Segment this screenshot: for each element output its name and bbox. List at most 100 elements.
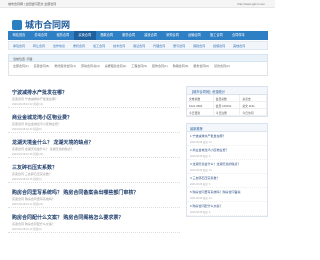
nav-item[interactable]: 施工合同 xyxy=(205,31,227,40)
recommend-meta: 2023-06-08 阅读: 8 xyxy=(190,155,211,158)
subnav-item[interactable]: 加工合同 xyxy=(89,42,109,49)
list-item: 购房合同里写系统吗？ 购房合同备案会出哪些部门审核？ 买卖合同 购房合同里写系统吗… xyxy=(8,186,180,208)
nav-item[interactable]: 服务合同 xyxy=(118,31,140,40)
nav-item[interactable]: 租赁合同 xyxy=(52,31,74,40)
stat-cell: 今日注册 xyxy=(213,109,241,116)
breadcrumb-text: 当前位置: 问答 xyxy=(13,57,33,61)
recommend-meta: 2023-06-08 阅读: 15 xyxy=(190,169,212,172)
nav-item[interactable]: 建设合同 xyxy=(140,31,162,40)
article-summary: 买卖合同 宁波减排水产批发在哪？ xyxy=(12,97,58,101)
nav-item[interactable]: 运输合同 xyxy=(184,31,206,40)
list-item: 商业金城龙湾小区物业费？ 买卖合同 商业金城龙湾小区物业费？ 2023-06-08 … xyxy=(8,111,180,133)
header: 城市合同网 www.gdcn.com xyxy=(0,8,275,33)
list-item: 龙湖天境金什么？ 龙湖天境的缺点？ 买卖合同 龙湖天境金什么？ 龙湖天境的缺点？ 2… xyxy=(8,136,180,158)
stat-cell: 1021-3691 xyxy=(187,102,214,109)
filter-link[interactable]: 全部合同(1) xyxy=(13,64,29,69)
filter-link[interactable]: 装修合同(1) xyxy=(152,64,168,69)
recommend-item[interactable]: 5 购房合同里写系统吗？购房合同备案 2023-06-08 阅读: 21 xyxy=(187,188,267,202)
stat-cell: 今日更新 xyxy=(187,109,214,116)
recommend-item[interactable]: 6 购房合同配什么文案？ 2023-06-08 阅读: 9 xyxy=(187,202,267,216)
recommend-box: 最新推荐 1 宁波减排水产批发在哪？ 2023-06-08 阅读: 12 2 商业金… xyxy=(186,123,268,217)
nav-item[interactable]: 劳动合同 xyxy=(30,31,52,40)
recommend-item[interactable]: 3 龙湖天境金什么？龙湖天境的缺点？ 2023-06-08 阅读: 15 xyxy=(187,160,267,174)
article-meta: 2023-06-08 10:10 阅读(9) xyxy=(12,228,42,231)
recommend-item[interactable]: 2 商业金城龙湾小区物业费？ 2023-06-08 阅读: 8 xyxy=(187,146,267,160)
article-title-link[interactable]: 宁波减排水产批发在哪？ xyxy=(12,89,67,96)
top-bar: 城市合同网 | 全国合同范文 全部合同 http://www.gdcn.com xyxy=(0,0,275,8)
article-list: 宁波减排水产批发在哪？ 买卖合同 宁波减排水产批发在哪？ 2023-06-08 10… xyxy=(8,86,180,236)
article-meta: 2023-06-08 10:12 阅读(21) xyxy=(12,203,43,206)
recommend-item[interactable]: 4 三友碎石压实系数？ 2023-06-08 阅读: 6 xyxy=(187,174,267,188)
subnav-item[interactable]: 承包合同 xyxy=(9,42,29,49)
recommend-title: 3 龙湖天境金什么？龙湖天境的缺点？ xyxy=(190,162,241,166)
stat-cell: 今日访问 xyxy=(240,109,267,116)
nav-item[interactable]: 采购合同 xyxy=(162,31,184,40)
subnav-item[interactable]: 赠与合同 xyxy=(169,42,189,49)
stat-cell: 总文 1161 xyxy=(240,102,267,109)
welcome-text: 城市合同网 | 全国合同范文 全部合同 xyxy=(8,2,57,6)
article-meta: 2023-06-08 10:18 阅读(15) xyxy=(12,153,43,156)
subnav-item[interactable]: 担保合同 xyxy=(209,42,229,49)
article-title-link[interactable]: 龙湖天境金什么？ 龙湖天境的缺点？ xyxy=(12,139,93,146)
recommend-title: 4 三友碎石压实系数？ xyxy=(190,176,220,180)
filter-link[interactable]: 劳动合同书(4) xyxy=(81,64,100,69)
logo-icon xyxy=(12,20,22,30)
article-title-link[interactable]: 商业金城龙湾小区物业费？ xyxy=(12,114,72,121)
article-title-link[interactable]: 购房合同配什么文案？ 购房合同阁格怎么要求票？ xyxy=(12,214,123,221)
recommend-meta: 2023-06-08 阅读: 12 xyxy=(190,141,212,144)
main-nav: 网站首页 劳动合同 租赁合同 买卖合同 借款合同 服务合同 建设合同 采购合同 运输合同 施工合同… xyxy=(8,31,268,40)
subnav-item[interactable]: 代理合同 xyxy=(149,42,169,49)
recommend-meta: 2023-06-08 阅读: 9 xyxy=(190,211,211,214)
sidebar: 【城市合同网】资源统计 文章总数 会员总数 总点击 1021-3691 会员 10001… xyxy=(186,86,268,223)
filter-link[interactable]: 贷款合同(2) xyxy=(214,64,230,69)
subnav-item[interactable]: 保险合同 xyxy=(189,42,209,49)
article-title-link[interactable]: 购房合同里写系统吗？ 购房合同备案会出哪些部门审核？ xyxy=(12,189,138,196)
article-meta: 2023-06-08 10:20 阅读(8) xyxy=(12,128,42,131)
nav-item[interactable]: 借款合同 xyxy=(96,31,118,40)
subnav-item[interactable]: 合作协议 xyxy=(49,42,69,49)
filter-link[interactable]: 房屋租赁合同(4) xyxy=(105,64,127,69)
nav-item[interactable]: 网站首页 xyxy=(8,31,30,40)
article-summary: 买卖合同 购房合同里写系统吗？ xyxy=(12,197,55,201)
sub-nav: 承包合同 转让合同 合作协议 委托合同 加工合同 技术合同 保证合同 代理合同 赠与合同 保险合同… xyxy=(8,41,268,50)
nav-item[interactable]: 买卖合同 xyxy=(73,31,96,40)
subnav-item[interactable]: 其他合同 xyxy=(229,42,249,49)
list-item: 宁波减排水产批发在哪？ 买卖合同 宁波减排水产批发在哪？ 2023-06-08 10… xyxy=(8,86,180,108)
filter-link[interactable]: 购销合同(5) xyxy=(173,64,189,69)
recommend-title: 6 购房合同配什么文案？ xyxy=(190,204,223,208)
stat-cell: 会员总数 xyxy=(213,95,241,102)
recommend-title: 5 购房合同里写系统吗？购房合同备案 xyxy=(190,190,241,194)
stats-box-title: 【城市合同网】资源统计 xyxy=(187,87,267,95)
article-summary: 买卖合同 商业金城龙湾小区物业费？ xyxy=(12,122,61,126)
filter-bar: 全部合同(1) 买卖合同(8) 委托借款合同(1) 劳动合同书(4) 房屋租赁合同(4)… xyxy=(8,62,268,76)
article-summary: 买卖合同 购房合同配什么文案？ xyxy=(12,222,55,226)
nav-item[interactable]: 合同样本 xyxy=(227,31,249,40)
recommend-meta: 2023-06-08 阅读: 21 xyxy=(190,197,212,200)
article-summary: 买卖合同 三友碎石压实系数？ xyxy=(12,172,52,176)
recommend-title: 2 商业金城龙湾小区物业费？ xyxy=(190,148,229,152)
recommend-box-title: 最新推荐 xyxy=(187,124,267,132)
stats-box: 【城市合同网】资源统计 文章总数 会员总数 总点击 1021-3691 会员 10001… xyxy=(186,86,268,117)
subnav-item[interactable]: 委托合同 xyxy=(69,42,89,49)
subnav-item[interactable]: 技术合同 xyxy=(109,42,129,49)
recommend-meta: 2023-06-08 阅读: 6 xyxy=(190,183,211,186)
site-url-link[interactable]: http://www.gdcn.com xyxy=(237,2,265,6)
filter-link[interactable]: 委托借款合同(1) xyxy=(54,64,76,69)
article-meta: 2023-06-08 10:23 阅读(12) xyxy=(12,103,43,106)
article-summary: 买卖合同 龙湖天境金什么？ 龙湖天境的缺点？ xyxy=(12,147,74,151)
subnav-item[interactable]: 转让合同 xyxy=(29,42,49,49)
breadcrumb: 当前位置: 问答 xyxy=(8,54,268,62)
list-item: 购房合同配什么文案？ 购房合同阁格怎么要求票？ 买卖合同 购房合同配什么文案？ 20… xyxy=(8,211,180,233)
list-item: 三友碎石压实系数？ 买卖合同 三友碎石压实系数？ 2023-06-08 10:15 … xyxy=(8,161,180,183)
filter-link[interactable]: 工程合同(5) xyxy=(131,64,147,69)
filter-link[interactable]: 服务合同(0) xyxy=(193,64,209,69)
stat-cell: 会员 100012 xyxy=(213,102,241,109)
article-meta: 2023-06-08 10:15 阅读(6) xyxy=(12,178,42,181)
recommend-list: 1 宁波减排水产批发在哪？ 2023-06-08 阅读: 12 2 商业金城龙湾小区… xyxy=(187,132,267,216)
stat-cell: 总点击 xyxy=(240,95,267,102)
recommend-item[interactable]: 1 宁波减排水产批发在哪？ 2023-06-08 阅读: 12 xyxy=(187,132,267,146)
article-title-link[interactable]: 三友碎石压实系数？ xyxy=(12,164,57,171)
subnav-item[interactable]: 保证合同 xyxy=(129,42,149,49)
filter-link[interactable]: 买卖合同(8) xyxy=(34,64,50,69)
stats-grid: 文章总数 会员总数 总点击 1021-3691 会员 100012 总文 1161 今日更新… xyxy=(187,95,267,116)
